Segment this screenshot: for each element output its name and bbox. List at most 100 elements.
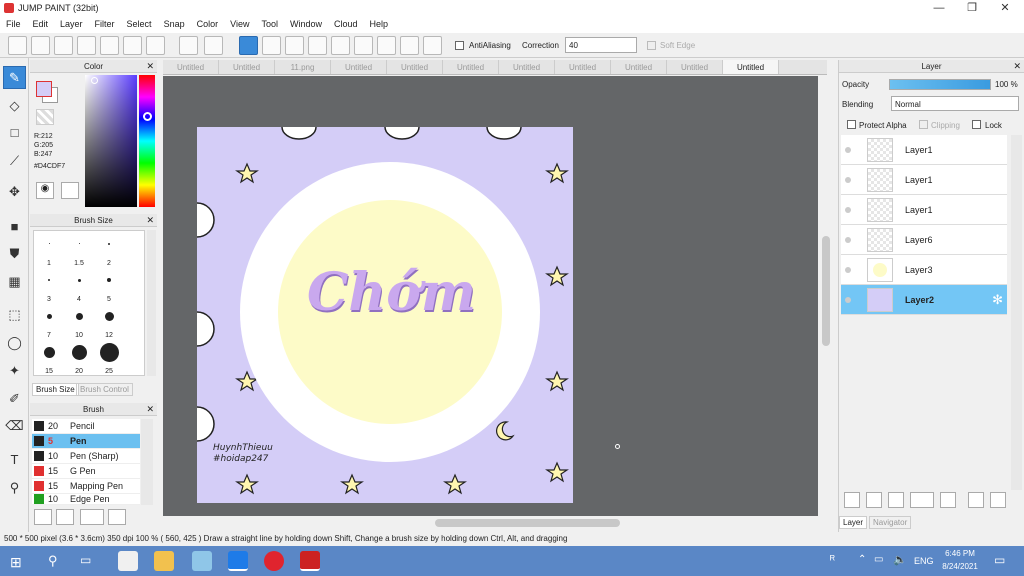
brush-item[interactable]: 15 Mapping Pen [32, 479, 140, 494]
doc-tab-active[interactable]: Untitled [723, 60, 779, 74]
notification-icon[interactable]: ▭ [994, 553, 1005, 567]
snap-off-icon[interactable] [239, 36, 258, 55]
visibility-icon[interactable] [845, 177, 851, 183]
size-cell[interactable]: 4 [64, 267, 94, 303]
document-icon[interactable] [100, 36, 119, 55]
hue-cursor[interactable] [143, 112, 152, 121]
sv-cursor[interactable] [91, 77, 98, 84]
menu-help[interactable]: Help [364, 17, 395, 33]
antialias-checkbox[interactable] [455, 41, 464, 50]
copy-icon[interactable] [123, 36, 142, 55]
new-layer-icon[interactable] [844, 492, 860, 508]
softedge-checkbox[interactable] [647, 41, 656, 50]
eyedropper-tool-icon[interactable]: ⚲ [3, 476, 26, 499]
brush-size-scrollbar[interactable] [147, 230, 156, 376]
move-tool-icon[interactable]: ✥ [3, 180, 26, 203]
parallel-snap-icon[interactable] [262, 36, 281, 55]
doc-tab[interactable]: Untitled [611, 60, 667, 74]
redo-button[interactable] [204, 36, 223, 55]
drawing-canvas[interactable]: Chớm HuynhThieuu #hoidap247 [197, 127, 573, 503]
size-cell[interactable]: 12 [94, 303, 124, 339]
transparent-swatch[interactable] [36, 109, 54, 125]
close-icon[interactable]: ✕ [146, 403, 154, 416]
magic-wand-icon[interactable]: ✦ [3, 359, 26, 382]
size-cell[interactable]: 5 [94, 267, 124, 303]
brush-add-icon[interactable] [34, 509, 52, 525]
size-cell[interactable]: 1.5 [64, 231, 94, 267]
doc-tab[interactable]: Untitled [387, 60, 443, 74]
tab-brush-size[interactable]: Brush Size [32, 383, 79, 396]
layer-row[interactable]: Layer1 [841, 135, 1007, 165]
menu-edit[interactable]: Edit [27, 17, 55, 33]
bucket-tool-icon[interactable]: ⛊ [3, 242, 26, 265]
maximize-button[interactable]: ❐ [955, 0, 989, 17]
brush-new-icon[interactable] [56, 509, 74, 525]
duplicate-layer-icon[interactable] [968, 492, 984, 508]
tab-brush-control[interactable]: Brush Control [76, 383, 133, 396]
visibility-icon[interactable] [845, 297, 851, 303]
tray-expand-icon[interactable]: ⌃ [858, 554, 866, 565]
close-icon[interactable]: ✕ [146, 60, 154, 73]
file-explorer-icon[interactable] [154, 551, 174, 571]
brush-item[interactable]: 10 Edge Pen [32, 494, 140, 505]
jump-paint-icon[interactable] [300, 551, 320, 571]
size-cell[interactable]: 25 [94, 339, 124, 375]
size-cell[interactable]: 10 [64, 303, 94, 339]
size-cell[interactable]: 3 [34, 267, 64, 303]
curve-snap-icon[interactable] [377, 36, 396, 55]
share-icon[interactable] [31, 36, 50, 55]
settings-snap-icon[interactable] [423, 36, 442, 55]
task-view-icon[interactable]: ▭ [80, 553, 91, 567]
protect-alpha-checkbox[interactable] [847, 120, 856, 129]
horizontal-scrollbar[interactable] [163, 516, 827, 530]
close-icon[interactable]: ✕ [146, 214, 154, 227]
radial-snap-icon[interactable] [331, 36, 350, 55]
doc-tab[interactable]: Untitled [499, 60, 555, 74]
pen-tool-icon[interactable]: ✎ [3, 66, 26, 89]
menu-layer[interactable]: Layer [54, 17, 89, 33]
layer-row[interactable]: Layer1 [841, 165, 1007, 195]
vertical-scroll-thumb[interactable] [822, 236, 830, 346]
paint-app-icon[interactable] [192, 551, 212, 571]
size-cell[interactable]: 2 [94, 231, 124, 267]
visibility-icon[interactable] [845, 207, 851, 213]
fill-rect-icon[interactable]: ■ [3, 215, 26, 238]
gradient-tool-icon[interactable]: ▦ [3, 270, 26, 293]
menu-select[interactable]: Select [121, 17, 158, 33]
layer-row-selected[interactable]: Layer2 ✻ [841, 285, 1007, 315]
doc-tab[interactable]: Untitled [443, 60, 499, 74]
layer-list-scrollbar[interactable] [1011, 135, 1022, 490]
language-indicator[interactable]: ENG [914, 556, 934, 566]
doc-tab[interactable]: Untitled [219, 60, 275, 74]
zalo-app-icon[interactable] [228, 551, 248, 571]
visibility-icon[interactable] [845, 147, 851, 153]
menu-window[interactable]: Window [284, 17, 328, 33]
new-layer-8bit-icon[interactable] [866, 492, 882, 508]
foreground-color-swatch[interactable] [36, 81, 52, 97]
clock-time[interactable]: 6:46 PM [942, 549, 978, 558]
doc-tab[interactable]: Untitled [331, 60, 387, 74]
comment-icon[interactable] [54, 36, 73, 55]
color-option-icon[interactable] [61, 182, 79, 199]
palette-icon[interactable]: ◉ [36, 182, 54, 199]
size-cell[interactable]: 7 [34, 303, 64, 339]
select-rect-icon[interactable]: ⬚ [3, 303, 26, 326]
layer-row[interactable]: Layer1 [841, 195, 1007, 225]
photos-app-icon[interactable] [118, 551, 138, 571]
visibility-icon[interactable] [845, 267, 851, 273]
doc-tab[interactable]: Untitled [163, 60, 219, 74]
clipping-checkbox[interactable] [919, 120, 928, 129]
saturation-value-picker[interactable] [85, 75, 137, 207]
menu-cloud[interactable]: Cloud [328, 17, 364, 33]
brush-item[interactable]: 10 Pen (Sharp) [32, 449, 140, 464]
vanish-snap-icon[interactable] [308, 36, 327, 55]
lasso-tool-icon[interactable]: ◯ [3, 331, 26, 354]
vertical-scrollbar[interactable] [819, 76, 833, 516]
blending-select[interactable]: Normal [891, 96, 1019, 111]
network-icon[interactable]: ▭ [874, 554, 883, 565]
menu-snap[interactable]: Snap [158, 17, 191, 33]
correction-select[interactable]: 40 [565, 37, 637, 53]
size-cell[interactable]: 15 [34, 339, 64, 375]
eraser-tool-icon[interactable]: ◇ [3, 94, 26, 117]
shape-tool-icon[interactable]: □ [3, 121, 26, 144]
